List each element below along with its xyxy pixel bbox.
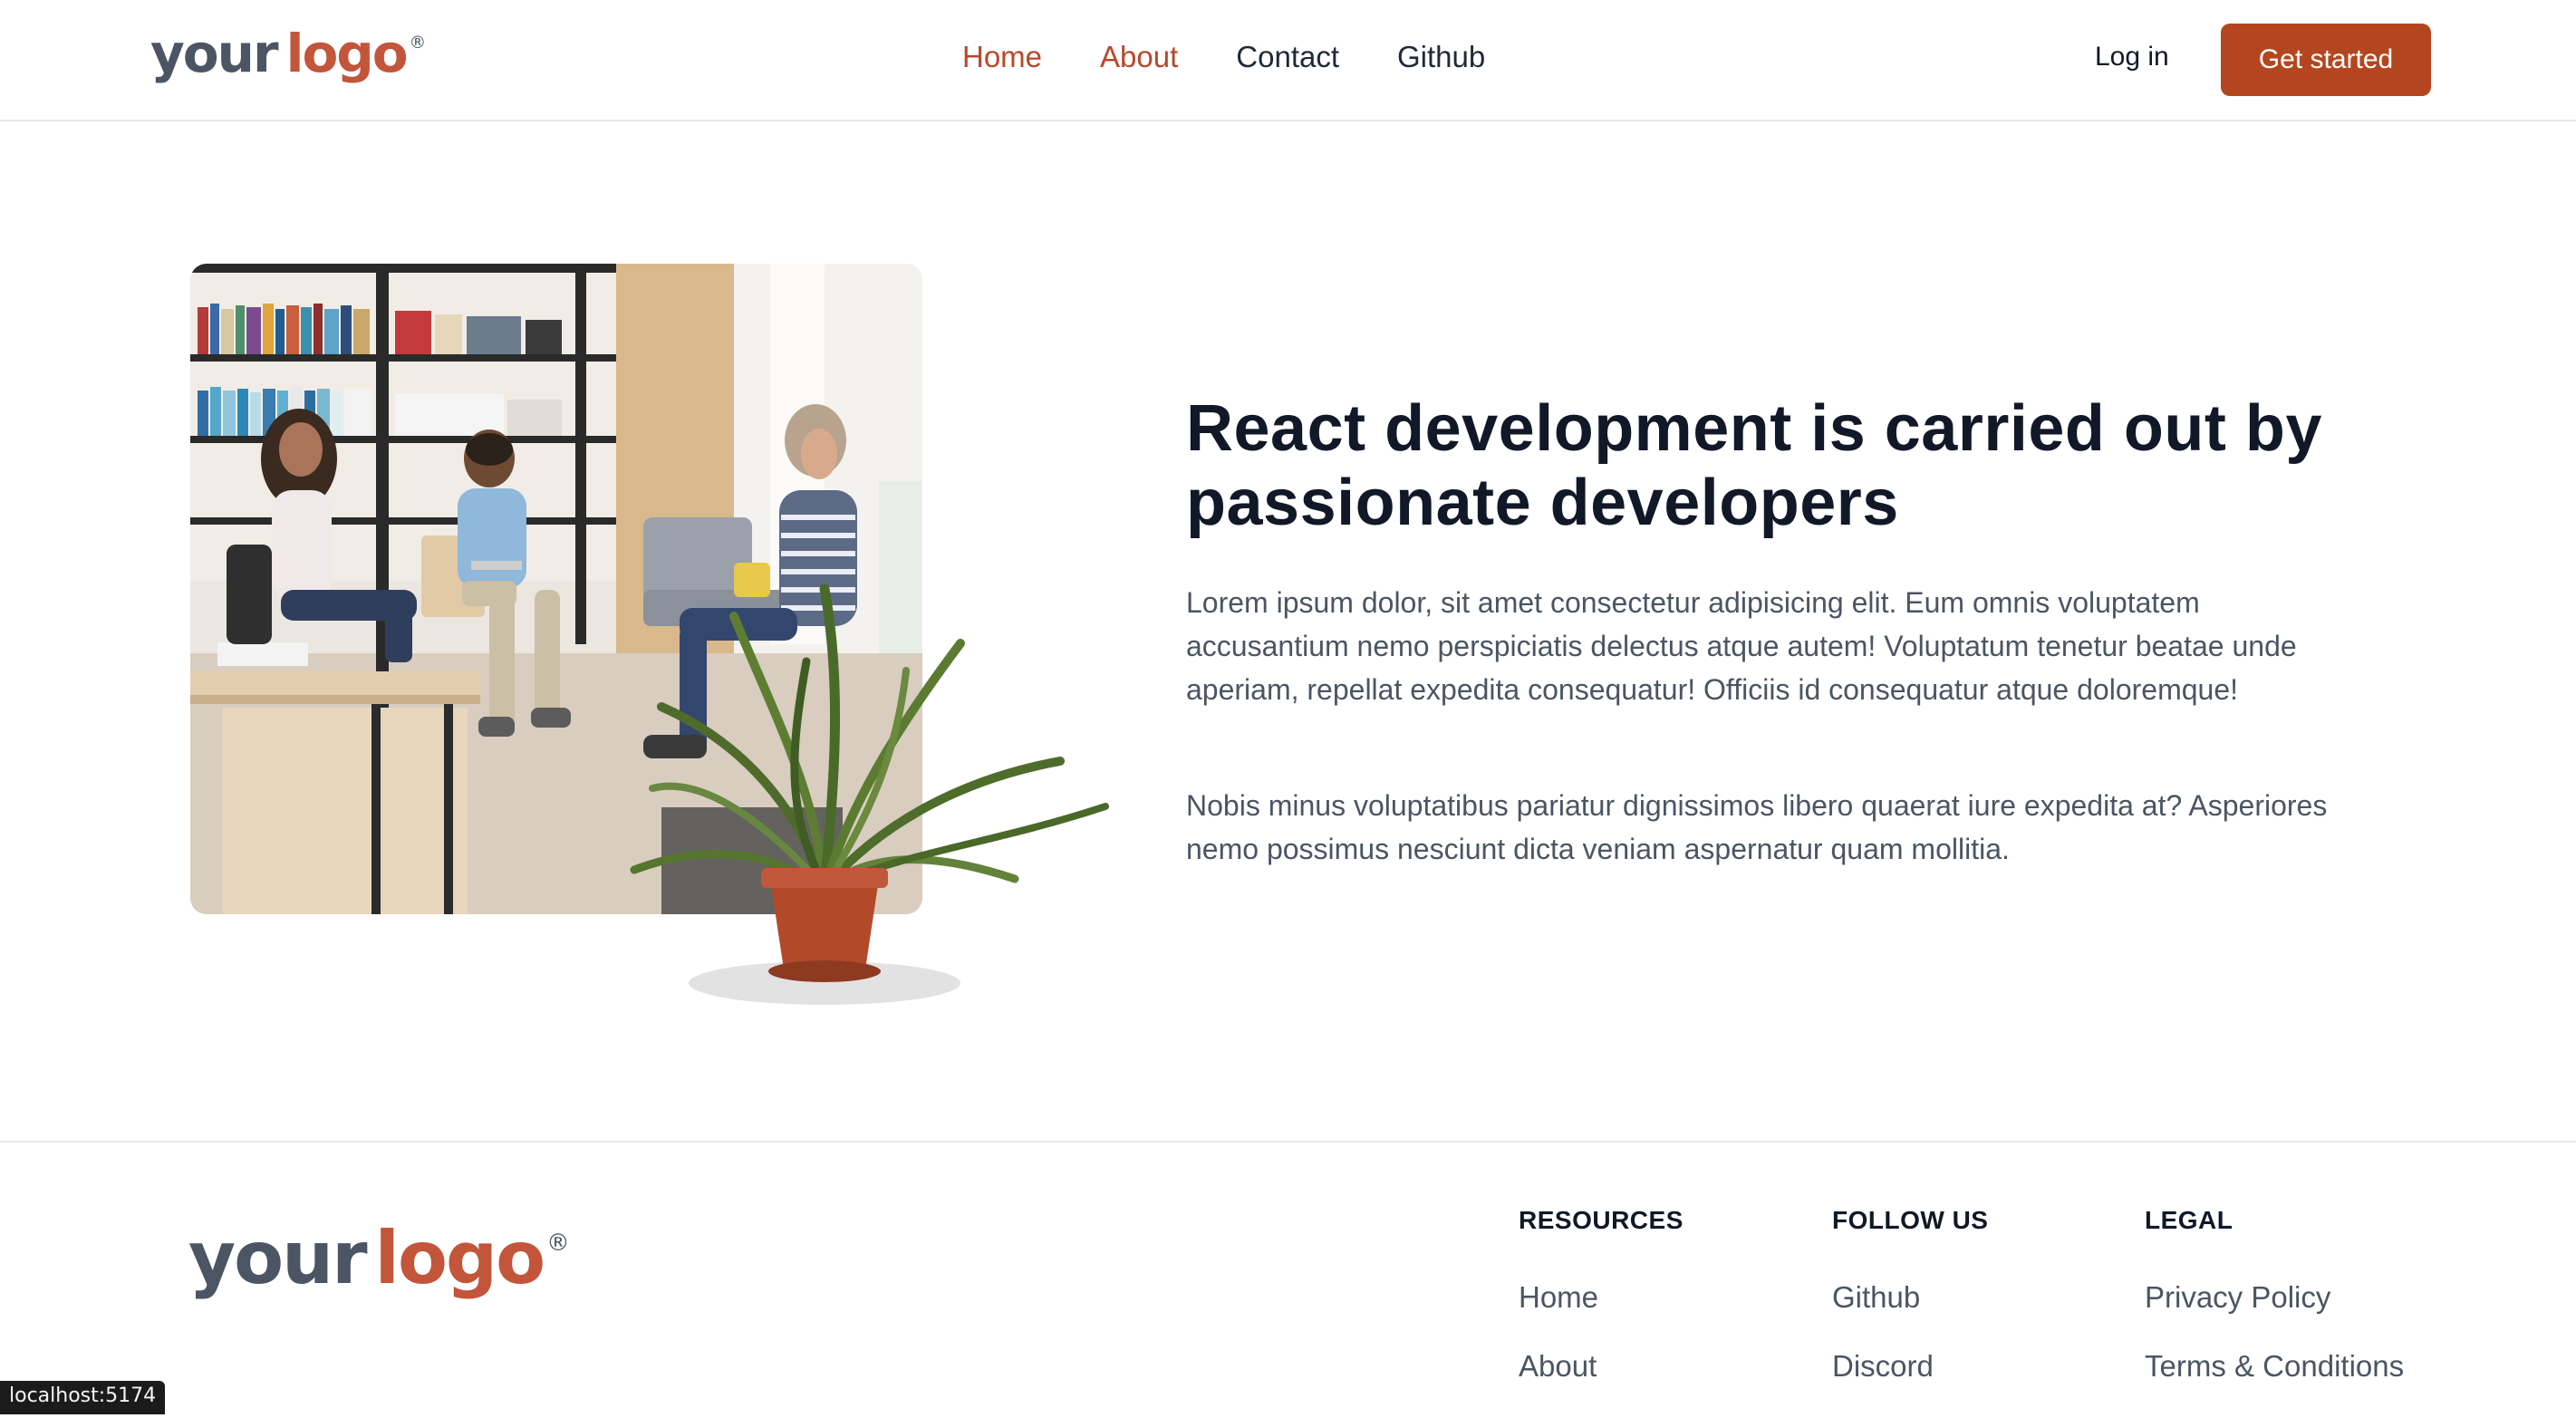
logo-word-logo: logo bbox=[285, 23, 409, 84]
potted-plant-illustration bbox=[630, 584, 1109, 1005]
logo-word-your: your bbox=[188, 1216, 368, 1300]
hero-paragraph-2: Nobis minus voluptatibus pariatur dignis… bbox=[1186, 789, 2328, 865]
footer-heading-legal: LEGAL bbox=[2145, 1206, 2233, 1234]
nav-link-github[interactable]: Github bbox=[1397, 40, 1485, 74]
nav-link-contact[interactable]: Contact bbox=[1236, 40, 1339, 74]
logo-word-logo: logo bbox=[374, 1216, 546, 1300]
login-link[interactable]: Log in bbox=[2095, 42, 2169, 72]
nav-link-home[interactable]: Home bbox=[962, 40, 1042, 74]
footer-logo[interactable]: your logo ® bbox=[188, 1222, 570, 1295]
footer-heading-follow-us: FOLLOW US bbox=[1832, 1206, 1989, 1234]
footer-column-follow-us: FOLLOW US Github Discord bbox=[1832, 1206, 1988, 1418]
hero-heading: React development is carried out by pass… bbox=[1186, 392, 2322, 539]
footer-link-terms-conditions[interactable]: Terms & Conditions bbox=[2145, 1349, 2404, 1384]
browser-status-url: localhost:5174 bbox=[0, 1381, 166, 1414]
logo-registered-mark: ® bbox=[546, 1230, 570, 1258]
footer-heading-resources: RESOURCES bbox=[1519, 1206, 1684, 1234]
main-nav: Home About Contact Github bbox=[962, 40, 1485, 74]
logo-registered-mark: ® bbox=[409, 34, 427, 53]
get-started-button[interactable]: Get started bbox=[2221, 24, 2431, 96]
footer-link-privacy-policy[interactable]: Privacy Policy bbox=[2145, 1280, 2404, 1315]
hero-paragraph-1: Lorem ipsum dolor, sit amet consectetur … bbox=[1186, 586, 2297, 706]
site-footer: your logo ® RESOURCES Home About FOLLOW US… bbox=[0, 1141, 2576, 1414]
site-header: your logo ® Home About Contact Github Log … bbox=[0, 0, 2576, 121]
footer-link-discord[interactable]: Discord bbox=[1832, 1349, 1988, 1384]
header-logo[interactable]: your logo ® bbox=[150, 27, 426, 80]
footer-link-about[interactable]: About bbox=[1519, 1349, 1684, 1384]
footer-column-legal: LEGAL Privacy Policy Terms & Conditions bbox=[2145, 1206, 2404, 1418]
nav-link-about[interactable]: About bbox=[1100, 40, 1178, 74]
footer-column-resources: RESOURCES Home About bbox=[1519, 1206, 1684, 1418]
footer-link-github[interactable]: Github bbox=[1832, 1280, 1988, 1315]
footer-link-home[interactable]: Home bbox=[1519, 1280, 1684, 1315]
logo-word-your: your bbox=[150, 23, 279, 84]
